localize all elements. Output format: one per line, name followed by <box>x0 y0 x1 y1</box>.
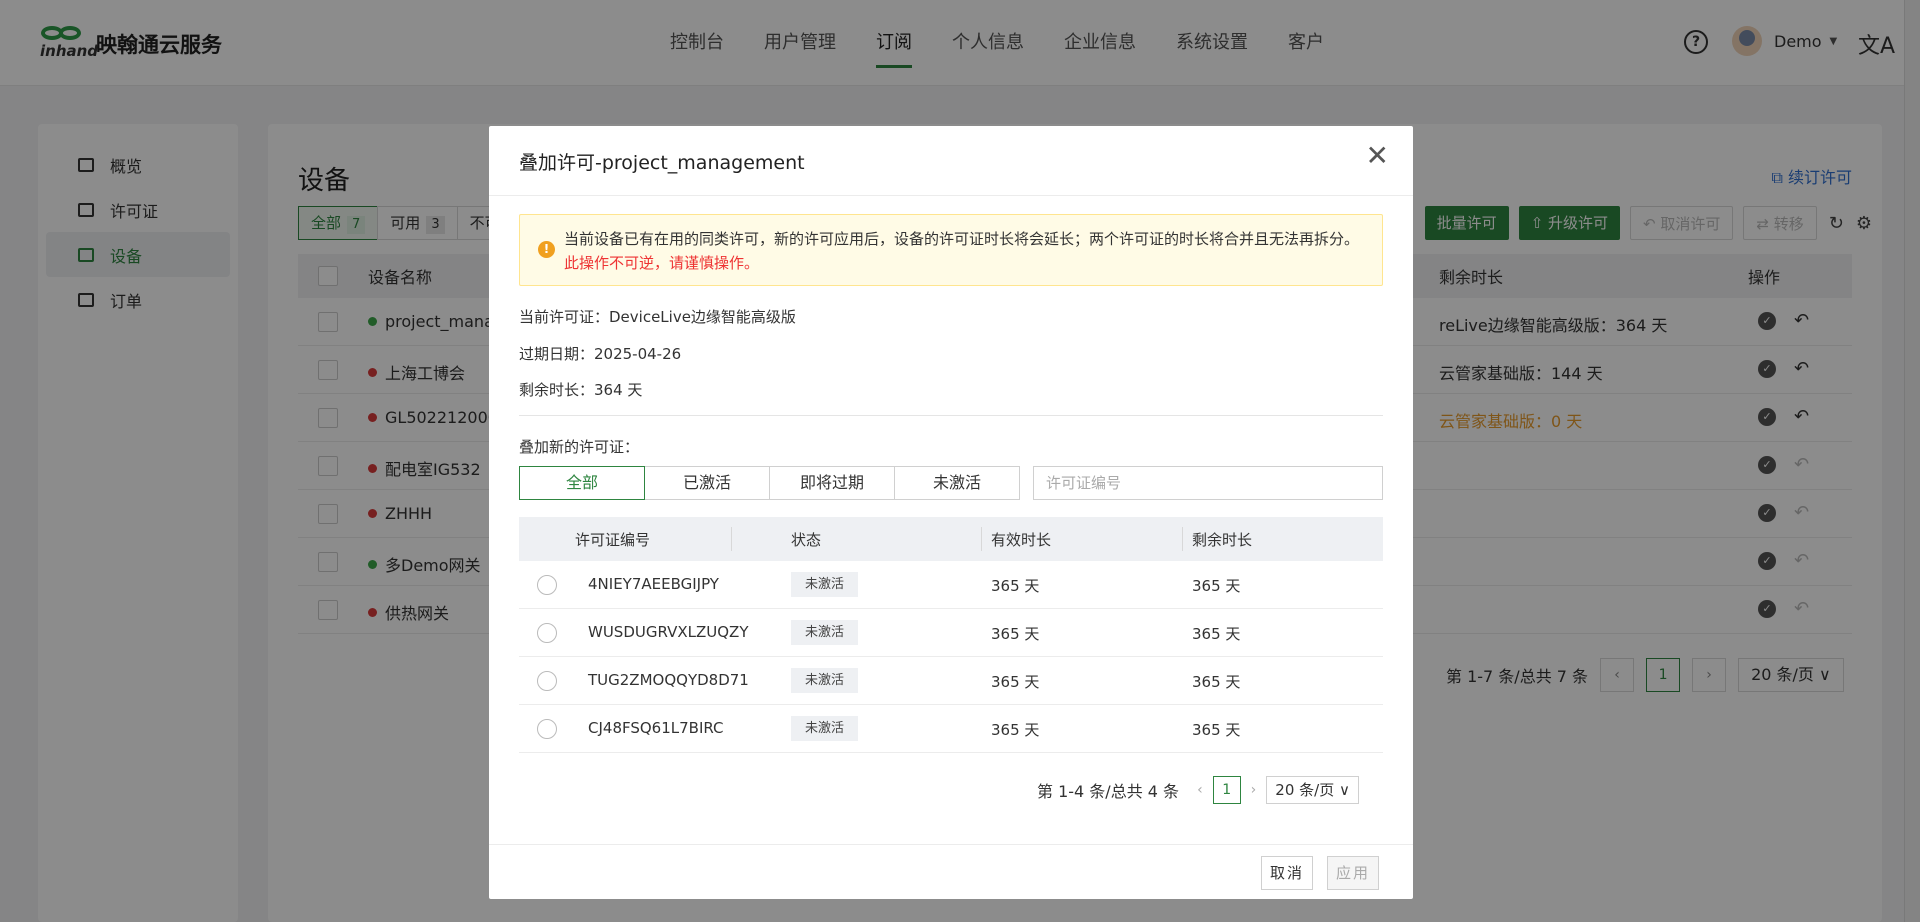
column-divider <box>731 527 732 551</box>
warning-alert: ! 当前设备已有在用的同类许可，新的许可应用后，设备的许可证时长将会延长；两个许… <box>519 214 1383 286</box>
pagination-summary: 第 1-4 条/总共 4 条 <box>1037 782 1180 801</box>
alert-text: 当前设备已有在用的同类许可，新的许可应用后，设备的许可证时长将会延长；两个许可证… <box>564 230 1360 248</box>
table-row: WUSDUGRVXLZUQZY 未激活 365 天 365 天 <box>519 609 1383 657</box>
page-size-select[interactable]: 20 条/页 ∨ <box>1266 776 1359 804</box>
segment-all[interactable]: 全部 <box>519 466 645 500</box>
valid-duration: 365 天 <box>991 721 1040 739</box>
column-remaining: 剩余时长 <box>1192 531 1253 549</box>
status-badge: 未激活 <box>791 716 859 741</box>
remaining-time: 剩余时长：364 天 <box>519 381 643 399</box>
status-badge: 未激活 <box>791 572 859 597</box>
stack-license-dialog: 叠加许可-project_management ✕ ! 当前设备已有在用的同类许… <box>489 126 1413 899</box>
expire-date: 过期日期：2025-04-26 <box>519 345 682 363</box>
dialog-header: 叠加许可-project_management ✕ <box>489 126 1413 196</box>
chevron-down-icon: ∨ <box>1338 781 1350 799</box>
license-filter-segments: 全部 已激活 即将过期 未激活 <box>519 466 1020 500</box>
remaining-duration: 365 天 <box>1192 625 1241 643</box>
column-license-code: 许可证编号 <box>575 531 651 549</box>
remaining-duration: 365 天 <box>1192 721 1241 739</box>
table-row: 4NIEY7AEEBGIJPY 未激活 365 天 365 天 <box>519 561 1383 609</box>
segment-activated[interactable]: 已激活 <box>644 466 770 500</box>
license-table-header: 许可证编号 状态 有效时长 剩余时长 <box>519 517 1383 561</box>
segment-expiring[interactable]: 即将过期 <box>769 466 895 500</box>
valid-duration: 365 天 <box>991 625 1040 643</box>
column-divider <box>981 527 982 551</box>
page-size-value: 20 条/页 <box>1275 781 1335 799</box>
row-radio[interactable] <box>537 575 557 595</box>
status-badge: 未激活 <box>791 668 859 693</box>
valid-duration: 365 天 <box>991 673 1040 691</box>
page-button[interactable]: 1 <box>1212 776 1241 804</box>
current-license: 当前许可证：DeviceLive边缘智能高级版 <box>519 308 796 326</box>
divider <box>519 415 1383 416</box>
row-radio[interactable] <box>537 719 557 739</box>
table-row: CJ48FSQ61L7BIRC 未激活 365 天 365 天 <box>519 705 1383 753</box>
alert-warning: 此操作不可逆，请谨慎操作。 <box>564 254 760 272</box>
status-badge: 未激活 <box>791 620 859 645</box>
table-row: TUG2ZMOQQYD8D71 未激活 365 天 365 天 <box>519 657 1383 705</box>
dialog-footer: 取消 应用 <box>489 844 1413 899</box>
license-code: WUSDUGRVXLZUQZY <box>588 623 749 641</box>
dialog-title: 叠加许可-project_management <box>519 152 805 174</box>
column-divider <box>1182 527 1183 551</box>
license-pagination: 第 1-4 条/总共 4 条 ‹ 1 › 20 条/页 ∨ <box>1037 776 1359 804</box>
segment-inactive[interactable]: 未激活 <box>894 466 1020 500</box>
cancel-button[interactable]: 取消 <box>1261 856 1314 890</box>
prev-page-button[interactable]: ‹ <box>1197 782 1203 798</box>
valid-duration: 365 天 <box>991 577 1040 595</box>
license-code: CJ48FSQ61L7BIRC <box>588 719 724 737</box>
license-code: 4NIEY7AEEBGIJPY <box>588 575 719 593</box>
column-valid-duration: 有效时长 <box>991 531 1052 549</box>
license-search-input[interactable] <box>1033 466 1383 500</box>
row-radio[interactable] <box>537 671 557 691</box>
remaining-duration: 365 天 <box>1192 673 1241 691</box>
license-code: TUG2ZMOQQYD8D71 <box>588 671 749 689</box>
close-icon[interactable]: ✕ <box>1366 142 1389 170</box>
add-license-label: 叠加新的许可证： <box>519 438 640 456</box>
next-page-button[interactable]: › <box>1251 782 1257 798</box>
alert-message: 当前设备已有在用的同类许可，新的许可应用后，设备的许可证时长将会延长；两个许可证… <box>564 227 1372 275</box>
row-radio[interactable] <box>537 623 557 643</box>
column-status: 状态 <box>791 531 822 549</box>
warning-icon: ! <box>538 241 555 258</box>
apply-button[interactable]: 应用 <box>1327 856 1380 890</box>
remaining-duration: 365 天 <box>1192 577 1241 595</box>
